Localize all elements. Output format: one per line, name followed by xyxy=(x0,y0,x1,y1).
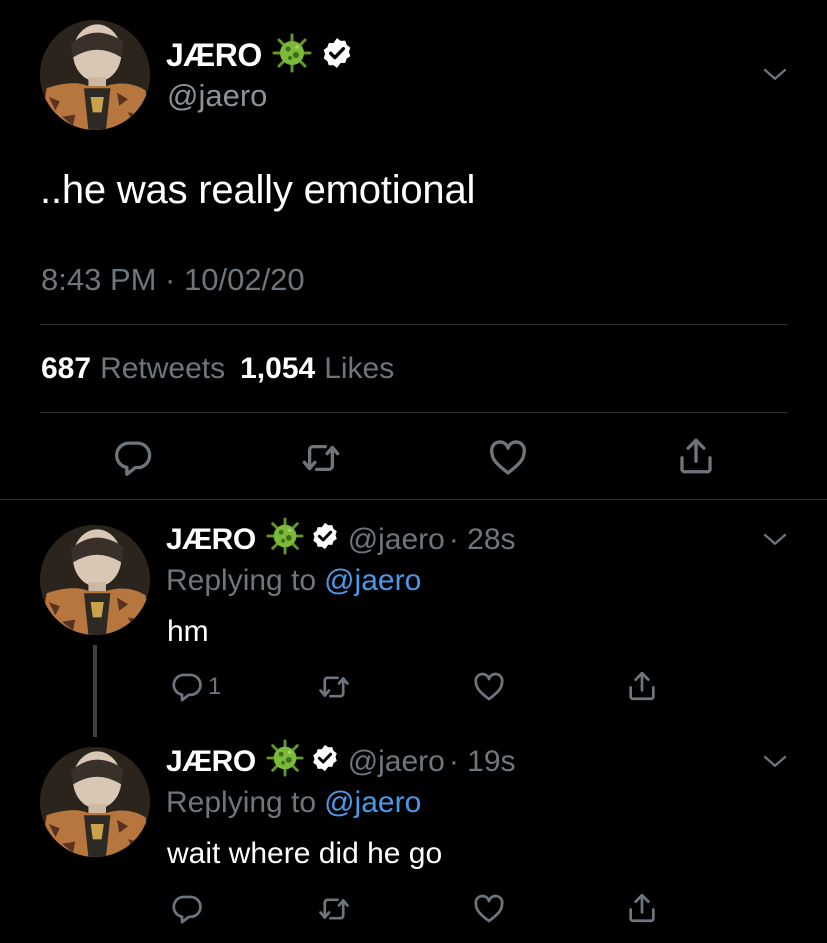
reply-text: wait where did he go xyxy=(167,837,443,870)
reply-icon[interactable] xyxy=(112,437,154,479)
chevron-down-icon[interactable] xyxy=(760,60,790,90)
chevron-down-icon[interactable] xyxy=(760,747,790,777)
handle[interactable]: @jaero xyxy=(348,523,445,557)
reply-author-row: JÆRO @jaero · 28s xyxy=(166,520,516,560)
reply-author-row: JÆRO @jaero · 19s xyxy=(166,742,516,782)
thread-line xyxy=(93,645,97,737)
share-icon[interactable] xyxy=(625,669,659,703)
reply-time[interactable]: · 28s xyxy=(449,523,516,557)
tweet-stats: 687 Retweets 1,054 Likes xyxy=(41,352,394,386)
avatar[interactable] xyxy=(40,525,150,635)
retweet-icon[interactable] xyxy=(315,670,353,704)
display-name[interactable]: JÆRO xyxy=(166,37,262,74)
display-name[interactable]: JÆRO xyxy=(166,523,256,557)
divider xyxy=(40,324,788,325)
retweet-icon[interactable] xyxy=(315,892,353,926)
chevron-down-icon[interactable] xyxy=(760,525,790,555)
heart-icon[interactable] xyxy=(472,670,506,704)
verified-badge-icon xyxy=(310,743,340,781)
retweet-count[interactable]: 687 xyxy=(41,352,91,386)
handle[interactable]: @jaero xyxy=(167,78,267,114)
microbe-emoji-icon xyxy=(266,739,304,785)
tweet-author-row: JÆRO xyxy=(166,35,354,75)
timestamp[interactable]: 8:43 PM · 10/02/20 xyxy=(41,262,305,298)
replying-handle[interactable]: @jaero xyxy=(324,564,421,598)
share-icon[interactable] xyxy=(675,435,717,477)
reply-icon[interactable] xyxy=(170,670,204,704)
reply-icon[interactable] xyxy=(170,892,204,926)
heart-icon[interactable] xyxy=(487,437,529,479)
microbe-emoji-icon xyxy=(266,517,304,563)
reply-time[interactable]: · 19s xyxy=(449,745,516,779)
verified-badge-icon xyxy=(320,36,354,75)
like-count[interactable]: 1,054 xyxy=(240,352,315,386)
replying-prefix: Replying to xyxy=(166,564,317,597)
reply-count: 1 xyxy=(208,673,222,700)
reply-text: hm xyxy=(167,615,209,648)
tweet-text: ..he was really emotional xyxy=(40,168,476,212)
replying-handle[interactable]: @jaero xyxy=(324,786,421,820)
like-label[interactable]: Likes xyxy=(324,352,394,386)
heart-icon[interactable] xyxy=(472,892,506,926)
display-name[interactable]: JÆRO xyxy=(166,745,256,779)
avatar[interactable] xyxy=(40,747,150,857)
replying-to: Replying to @jaero xyxy=(166,564,421,598)
section-divider xyxy=(0,499,827,500)
microbe-emoji-icon xyxy=(272,33,312,78)
replying-prefix: Replying to xyxy=(166,786,317,819)
verified-badge-icon xyxy=(310,521,340,559)
replying-to: Replying to @jaero xyxy=(166,786,421,820)
avatar[interactable] xyxy=(40,20,150,130)
retweet-label[interactable]: Retweets xyxy=(100,352,225,386)
share-icon[interactable] xyxy=(625,891,659,925)
reply-action[interactable]: 1 xyxy=(170,670,221,704)
handle[interactable]: @jaero xyxy=(348,745,445,779)
retweet-icon[interactable] xyxy=(298,437,344,479)
divider xyxy=(40,412,788,413)
